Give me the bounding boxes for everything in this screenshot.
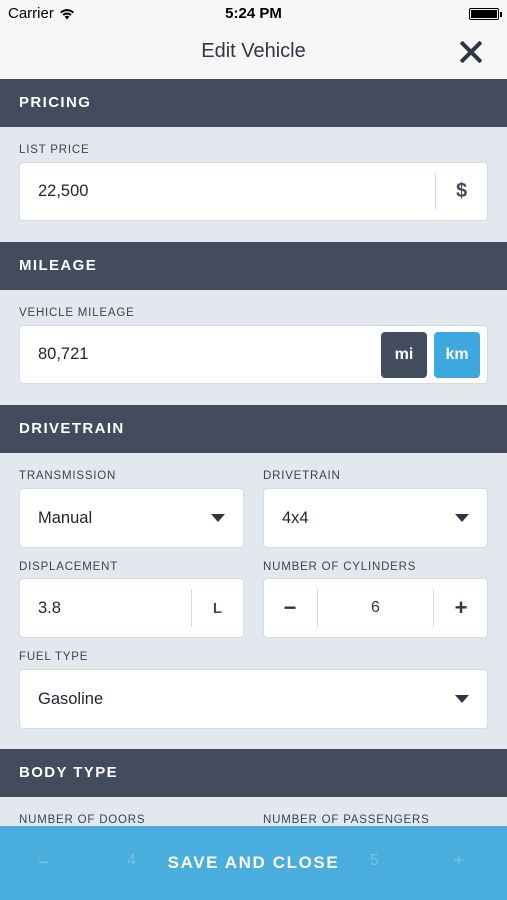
chevron-down-icon bbox=[455, 514, 469, 522]
passengers-increment-button[interactable]: + bbox=[453, 850, 465, 873]
battery-icon bbox=[469, 8, 502, 20]
cylinders-label: NUMBER OF CYLINDERS bbox=[263, 561, 417, 573]
fuel-type-select[interactable]: Gasoline bbox=[19, 669, 488, 729]
list-price-field[interactable]: 22,500 $ bbox=[19, 162, 488, 221]
cylinders-stepper: − 6 + bbox=[263, 578, 488, 638]
vehicle-mileage-field[interactable]: 80,721 mi km bbox=[19, 325, 488, 384]
list-price-value: 22,500 bbox=[38, 182, 89, 200]
list-price-label: LIST PRICE bbox=[19, 144, 90, 156]
passengers-label: NUMBER OF PASSENGERS bbox=[263, 814, 430, 826]
drivetrain-select[interactable]: 4x4 bbox=[263, 488, 488, 548]
close-icon[interactable] bbox=[457, 38, 485, 66]
fuel-type-value: Gasoline bbox=[38, 689, 104, 708]
passengers-value: 5 bbox=[370, 852, 379, 869]
chevron-down-icon bbox=[455, 695, 469, 703]
displacement-label: DISPLACEMENT bbox=[19, 561, 119, 573]
fuel-type-label: FUEL TYPE bbox=[19, 651, 89, 663]
doors-label: NUMBER OF DOORS bbox=[19, 814, 146, 826]
unit-mi-button[interactable]: mi bbox=[381, 332, 427, 378]
displacement-field[interactable]: 3.8 L bbox=[19, 578, 244, 638]
dollar-icon: $ bbox=[455, 180, 468, 202]
transmission-select[interactable]: Manual bbox=[19, 488, 244, 548]
transmission-label: TRANSMISSION bbox=[19, 470, 117, 482]
decrement-button[interactable]: − bbox=[264, 579, 316, 637]
vehicle-mileage-value: 80,721 bbox=[38, 345, 89, 363]
section-header-pricing: PRICING bbox=[0, 79, 507, 127]
drivetrain-label: DRIVETRAIN bbox=[263, 470, 341, 482]
drivetrain-value: 4x4 bbox=[282, 508, 309, 527]
nav-bar: Edit Vehicle bbox=[0, 28, 507, 79]
displacement-unit: L bbox=[212, 599, 223, 617]
doors-decrement-button[interactable]: − bbox=[38, 852, 50, 875]
section-header-drivetrain: DRIVETRAIN bbox=[0, 405, 507, 453]
save-and-close-button[interactable]: SAVE AND CLOSE bbox=[0, 826, 507, 900]
vehicle-mileage-label: VEHICLE MILEAGE bbox=[19, 307, 135, 319]
section-header-body-type: BODY TYPE bbox=[0, 749, 507, 797]
increment-button[interactable]: + bbox=[435, 579, 487, 637]
section-header-mileage: MILEAGE bbox=[0, 242, 507, 290]
cylinders-value: 6 bbox=[371, 599, 380, 616]
chevron-down-icon bbox=[211, 514, 225, 522]
displacement-value: 3.8 bbox=[38, 598, 61, 617]
unit-km-button[interactable]: km bbox=[434, 332, 480, 378]
status-bar: Carrier 5:24 PM bbox=[0, 0, 507, 28]
page-title: Edit Vehicle bbox=[201, 40, 306, 62]
status-time: 5:24 PM bbox=[225, 5, 282, 22]
doors-value: 4 bbox=[127, 852, 136, 869]
transmission-value: Manual bbox=[38, 508, 93, 527]
field-divider bbox=[433, 589, 434, 627]
